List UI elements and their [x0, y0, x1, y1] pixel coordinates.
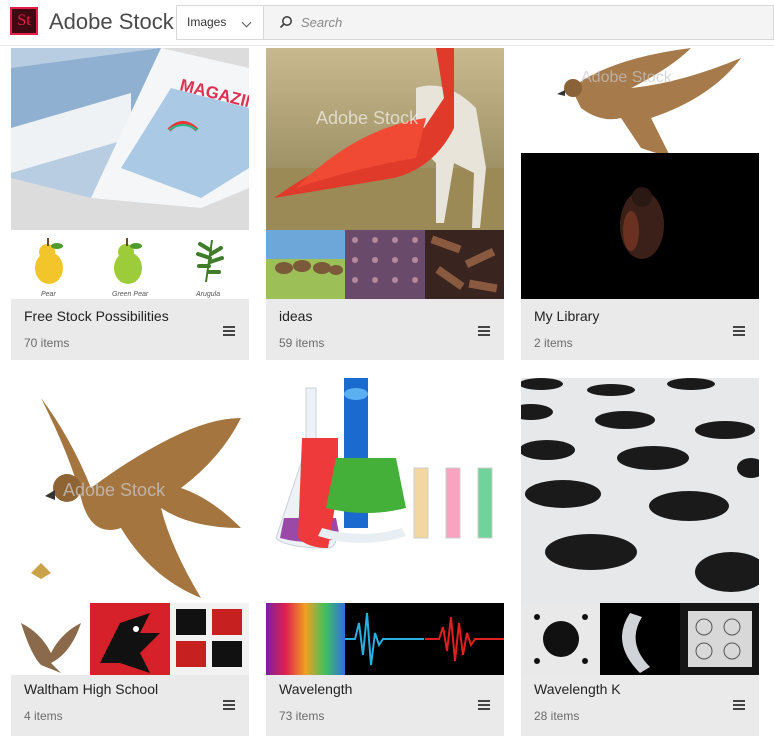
chevron-down-icon [241, 17, 252, 28]
spectrum-image [266, 603, 346, 675]
app-header: St Adobe Stock Images [0, 0, 774, 46]
collection-menu-icon[interactable] [733, 700, 745, 710]
collection-menu-icon[interactable] [478, 326, 490, 336]
arugula-image: Arugula [170, 230, 249, 299]
perforated-metal-image [521, 378, 759, 603]
collection-card[interactable]: Wavelength 73 items [266, 378, 504, 736]
magazine-image: MAGAZIN [11, 48, 249, 230]
collection-count: 4 items [24, 709, 63, 723]
collection-strip: Pear Green Pear Arugula [11, 230, 249, 299]
collection-strip [521, 603, 759, 675]
pear-label: Pear [41, 291, 56, 298]
search-input[interactable] [301, 12, 741, 32]
collection-menu-icon[interactable] [478, 700, 490, 710]
search-bar: Images [176, 5, 774, 40]
collection-count: 28 items [534, 709, 580, 723]
collection-thumbnail[interactable]: Adobe Stock [266, 48, 504, 299]
collection-count: 70 items [24, 336, 70, 350]
collection-card[interactable]: MAGAZIN Pear Green Pear Arugula Free Sto… [11, 48, 249, 360]
collection-title[interactable]: Waltham High School [24, 681, 158, 697]
collection-title[interactable]: ideas [279, 308, 312, 324]
green-pear-label: Green Pear [112, 291, 149, 298]
collection-thumbnail[interactable]: MAGAZIN Pear Green Pear Arugula [11, 48, 249, 299]
rivets-image [345, 230, 425, 299]
collection-card[interactable]: Wavelength K 28 items [521, 378, 759, 736]
collection-card[interactable]: Adobe Stock My Library 2 items [521, 48, 759, 360]
watermark-text: Adobe Stock [63, 480, 166, 500]
watermark-text: Adobe Stock [316, 108, 419, 128]
hawk-thumb-image [11, 603, 91, 675]
cattle-image [266, 230, 346, 299]
metal-ring-image [600, 603, 680, 675]
collection-title[interactable]: My Library [534, 308, 599, 324]
search-icon[interactable] [279, 15, 293, 29]
collection-card[interactable]: Adobe Stock Waltham High School 4 items [11, 378, 249, 736]
collection-thumbnail[interactable] [521, 378, 759, 675]
lab-glassware-image [266, 378, 504, 603]
collection-strip [11, 603, 249, 675]
rusty-bolts-image [424, 230, 504, 299]
adobe-stock-logo[interactable]: St [10, 7, 38, 35]
asset-type-dropdown[interactable]: Images [177, 6, 264, 39]
collection-title[interactable]: Wavelength K [534, 681, 621, 697]
dark-hawk-image [521, 153, 759, 299]
collection-title[interactable]: Wavelength [279, 681, 352, 697]
collection-count: 2 items [534, 336, 573, 350]
brand-name[interactable]: Adobe Stock [49, 9, 174, 35]
griffin-logos-image [169, 603, 249, 675]
pear-image: Pear [11, 230, 90, 299]
horse-dress-image: Adobe Stock [266, 48, 504, 230]
hawk-image: Adobe Stock [521, 48, 759, 158]
green-pear-image: Green Pear [90, 230, 169, 299]
collection-thumbnail[interactable]: Adobe Stock [521, 48, 759, 299]
collection-count: 73 items [279, 709, 325, 723]
collection-menu-icon[interactable] [223, 700, 235, 710]
eagle-mascot-image [90, 603, 170, 675]
watermark-text: Adobe Stock [581, 69, 673, 86]
collection-card[interactable]: Adobe Stock ideas 59 items [266, 48, 504, 360]
collection-thumbnail[interactable]: Adobe Stock [11, 378, 249, 675]
metal-hole-image [521, 603, 601, 675]
asset-type-label: Images [187, 15, 227, 29]
collection-thumbnail[interactable] [266, 378, 504, 675]
hawk-image: Adobe Stock [11, 378, 249, 603]
collection-count: 59 items [279, 336, 325, 350]
waveform-red-image [424, 603, 504, 675]
collection-strip [266, 230, 504, 299]
collection-strip [266, 603, 504, 675]
collection-menu-icon[interactable] [733, 326, 745, 336]
collection-title[interactable]: Free Stock Possibilities [24, 308, 169, 324]
lace-pattern-image [679, 603, 759, 675]
collection-menu-icon[interactable] [223, 326, 235, 336]
arugula-label: Arugula [195, 291, 220, 298]
waveform-blue-image [345, 603, 425, 675]
